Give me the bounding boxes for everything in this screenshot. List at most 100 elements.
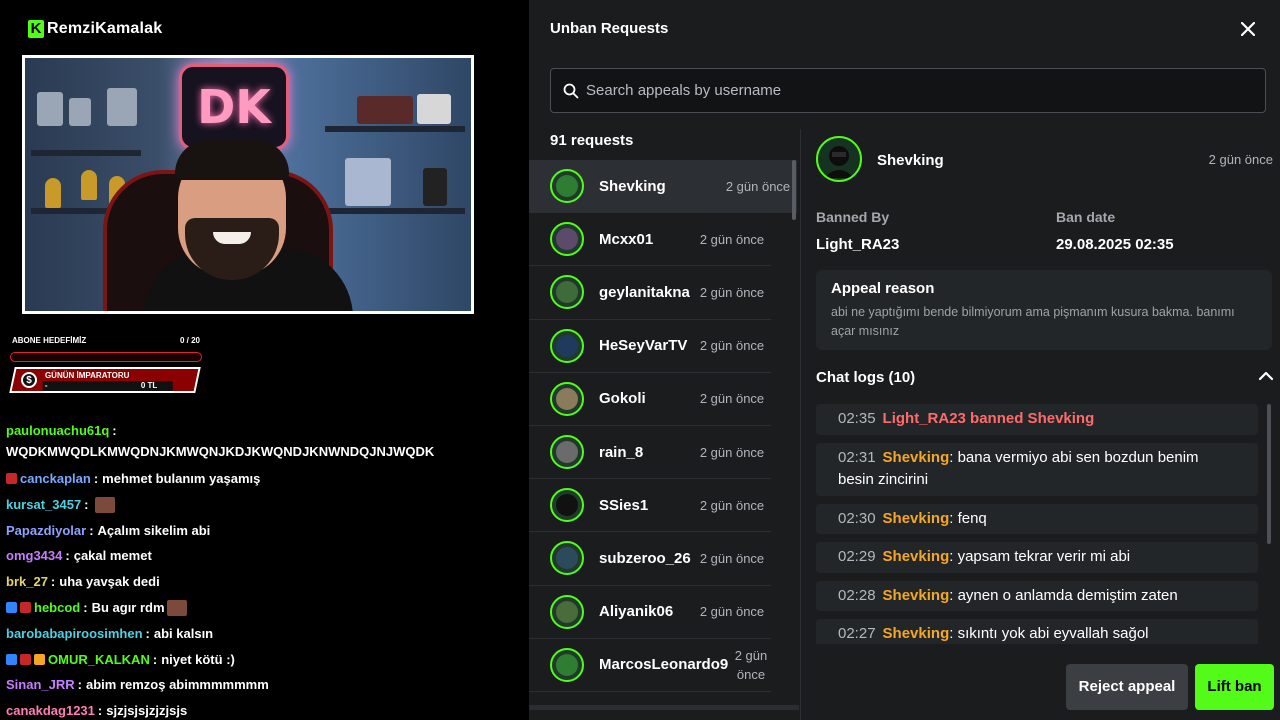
close-button[interactable]	[1235, 17, 1261, 41]
log-time: 02:28	[838, 586, 876, 604]
chat-username[interactable]: kursat_3457	[6, 492, 81, 518]
unban-requests-panel: Unban Requests 91 requests Shevking 2 gün…	[529, 0, 1280, 720]
chat-username[interactable]: paulonuachu61q	[6, 423, 109, 438]
chat-username[interactable]: barobabapiroosimhen	[6, 621, 143, 647]
trophy	[81, 170, 97, 200]
chat-message: canakdag1231: sjzjsjsjzjzjsjs	[6, 698, 526, 720]
chat-username[interactable]: brk_27	[6, 569, 48, 595]
streamer-hair	[175, 140, 289, 180]
chat-text: sjzjsjsjzjzjsjs	[106, 703, 188, 719]
chat-username[interactable]: hebcod	[34, 595, 80, 621]
chat-separator: :	[152, 651, 158, 667]
webcam-feed: DK	[22, 55, 474, 314]
chat-separator: :	[83, 599, 88, 615]
request-item[interactable]: subzeroo_26 2 gün önce	[529, 532, 771, 586]
appeal-reason-card: Appeal reason abi ne yaptığımı bende bil…	[816, 270, 1272, 350]
log-time: 02:27	[838, 625, 876, 642]
chat-logs-list[interactable]: 02:35 Light_RA23 banned Shevking 02:31 Shev…	[816, 404, 1258, 644]
chat-username[interactable]: Papazdiyolar	[6, 518, 86, 544]
banned-by-value: Light_RA23	[816, 236, 900, 253]
avatar-image	[556, 387, 578, 410]
request-item[interactable]: Shevking 2 gün önce	[529, 160, 797, 214]
chat-separator: :	[84, 496, 89, 512]
user-avatar	[550, 222, 584, 257]
avatar-image	[556, 600, 578, 623]
avatar-image	[556, 334, 578, 357]
user-avatar	[550, 488, 584, 523]
appeal-reason-text: abi ne yaptığımı bende bilmiyorum ama pi…	[831, 305, 1235, 338]
request-item[interactable]: geylanitakna 2 gün önce	[529, 266, 771, 320]
user-avatar	[550, 169, 584, 204]
emote-icon	[166, 599, 187, 616]
stream-view: K RemziKamalak DK ABONE HEDEFİMİZ 0 / 20…	[0, 0, 529, 720]
log-text: : aynen o anlamda demiştim zaten	[949, 586, 1178, 604]
request-item[interactable]: Aliyanik06 2 gün önce	[529, 586, 771, 639]
log-text: : yapsam tekrar verir mi abi	[949, 548, 1131, 565]
request-time: 2 gün önce	[699, 338, 765, 354]
request-time: 2 gün önce	[725, 178, 791, 194]
close-icon	[1240, 21, 1256, 37]
avatar-icon	[824, 146, 854, 178]
chat-username[interactable]: canakdag1231	[6, 698, 95, 720]
request-username: MarcosLeonardo9	[599, 656, 729, 674]
channel-brand: K RemziKamalak	[28, 20, 162, 38]
lift-ban-button[interactable]: Lift ban	[1195, 664, 1274, 710]
log-time: 02:29	[838, 548, 876, 565]
request-username: Shevking	[599, 177, 666, 195]
search-box[interactable]	[550, 68, 1266, 113]
panel-divider	[800, 129, 801, 720]
request-item[interactable]: SSies1 2 gün önce	[529, 479, 771, 533]
chat-username[interactable]: omg3434	[6, 543, 62, 569]
chat-text: WQDKMWQDLKMWQDNJKMWQNJKDJKWQNDJKNWNDQJNJ…	[6, 444, 435, 459]
top-donor-title: GÜNÜN İMPARATORU	[44, 371, 130, 380]
log-username: Shevking	[882, 625, 950, 642]
motorcycle-model	[357, 96, 413, 124]
chat-log-entry: 02:30 Shevking: fenq	[816, 503, 1258, 534]
collapse-chat-logs-button[interactable]	[1256, 366, 1276, 386]
channel-name: RemziKamalak	[47, 20, 163, 37]
neon-logo-sign: DK	[179, 64, 289, 150]
chat-badge-icon	[34, 653, 45, 665]
list-horizontal-scrollbar[interactable]	[529, 705, 799, 710]
search-icon	[563, 83, 579, 98]
top-donor-name: -	[44, 381, 48, 390]
shelf	[31, 150, 141, 156]
chat-text: abim remzoş abimmmmmmm	[85, 677, 269, 693]
request-time: 2 gün önce	[699, 497, 765, 513]
request-time: 2 gün önce	[699, 444, 765, 460]
top-donor-amount: 0 TL	[140, 381, 158, 390]
chat-badge-icon	[20, 602, 31, 614]
chat-separator: :	[50, 574, 56, 590]
search-input[interactable]	[586, 82, 1226, 99]
detail-username: Shevking	[877, 152, 944, 169]
request-username: Aliyanik06	[599, 603, 674, 621]
chat-text: niyet kötü :)	[161, 651, 235, 667]
avatar-image	[556, 441, 578, 464]
request-item[interactable]: Gokoli 2 gün önce	[529, 373, 771, 426]
chat-logs-scrollbar[interactable]	[1267, 404, 1271, 544]
chat-separator: :	[65, 548, 70, 564]
stream-chat: paulonuachu61q: WQDKMWQDLKMWQDNJKMWQNJKDJ…	[6, 420, 526, 720]
chat-message: omg3434: çakal memet	[6, 543, 526, 569]
chat-username[interactable]: OMUR_KALKAN	[48, 647, 150, 673]
chat-username[interactable]: canckaplan	[20, 466, 91, 492]
chat-separator: :	[97, 703, 103, 719]
shelf-plaque	[37, 92, 63, 126]
request-time: 2 gün önce	[699, 550, 765, 566]
request-item[interactable]: rain_8 2 gün önce	[529, 426, 771, 480]
emote-icon	[94, 496, 115, 513]
log-text: : fenq	[949, 509, 987, 527]
shelf	[325, 208, 465, 214]
reject-appeal-button[interactable]: Reject appeal	[1066, 664, 1188, 710]
request-item[interactable]: HeSeyVarTV 2 gün önce	[529, 320, 771, 373]
user-avatar	[550, 647, 584, 682]
chat-username[interactable]: Sinan_JRR	[6, 672, 75, 698]
request-item[interactable]: Mcxx01 2 gün önce	[529, 213, 771, 267]
wolf-figure	[417, 94, 451, 124]
request-item[interactable]: MarcosLeonardo9 2 gün önce	[529, 639, 771, 692]
list-scrollbar[interactable]	[792, 160, 796, 220]
requests-list[interactable]: Shevking 2 gün önce Mcxx01 2 gün önce geylan…	[529, 160, 797, 710]
log-username: Shevking	[882, 448, 950, 466]
avatar-image	[556, 547, 578, 570]
avatar-image	[556, 228, 578, 251]
